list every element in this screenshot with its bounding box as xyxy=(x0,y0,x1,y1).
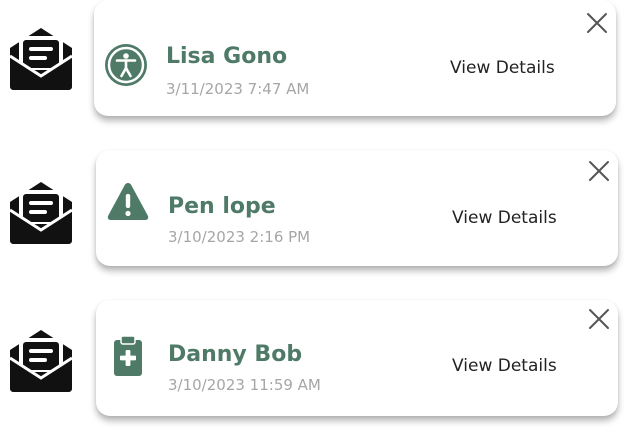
notification-card[interactable]: Lisa Gono 3/11/2023 7:47 AM View Details xyxy=(94,0,616,116)
view-details-link[interactable]: View Details xyxy=(452,356,557,376)
notification-timestamp: 3/11/2023 7:47 AM xyxy=(166,80,310,98)
notification-timestamp: 3/10/2023 2:16 PM xyxy=(168,228,311,246)
notification-list: Lisa Gono 3/11/2023 7:47 AM View Details xyxy=(0,0,628,436)
notification-row: Pen lope 3/10/2023 2:16 PM View Details xyxy=(0,150,628,270)
open-envelope-icon xyxy=(9,330,73,392)
accessibility-icon xyxy=(105,44,147,86)
open-envelope-icon xyxy=(9,182,73,244)
notification-name: Lisa Gono xyxy=(166,44,288,69)
notification-card[interactable]: Danny Bob 3/10/2023 11:59 AM View Detail… xyxy=(96,300,618,416)
notification-name: Pen lope xyxy=(168,194,276,219)
view-details-link[interactable]: View Details xyxy=(450,58,555,78)
view-details-link[interactable]: View Details xyxy=(452,208,557,228)
notification-timestamp: 3/10/2023 11:59 AM xyxy=(168,376,321,394)
close-icon[interactable] xyxy=(588,160,610,182)
clipboard-medical-icon xyxy=(114,335,142,376)
close-icon[interactable] xyxy=(586,12,608,34)
notification-row: Lisa Gono 3/11/2023 7:47 AM View Details xyxy=(0,0,628,120)
notification-card[interactable]: Pen lope 3/10/2023 2:16 PM View Details xyxy=(96,150,618,266)
notification-name: Danny Bob xyxy=(168,342,303,367)
warning-icon xyxy=(107,183,149,220)
notification-row: Danny Bob 3/10/2023 11:59 AM View Detail… xyxy=(0,300,628,420)
open-envelope-icon xyxy=(9,28,73,90)
close-icon[interactable] xyxy=(588,308,610,330)
